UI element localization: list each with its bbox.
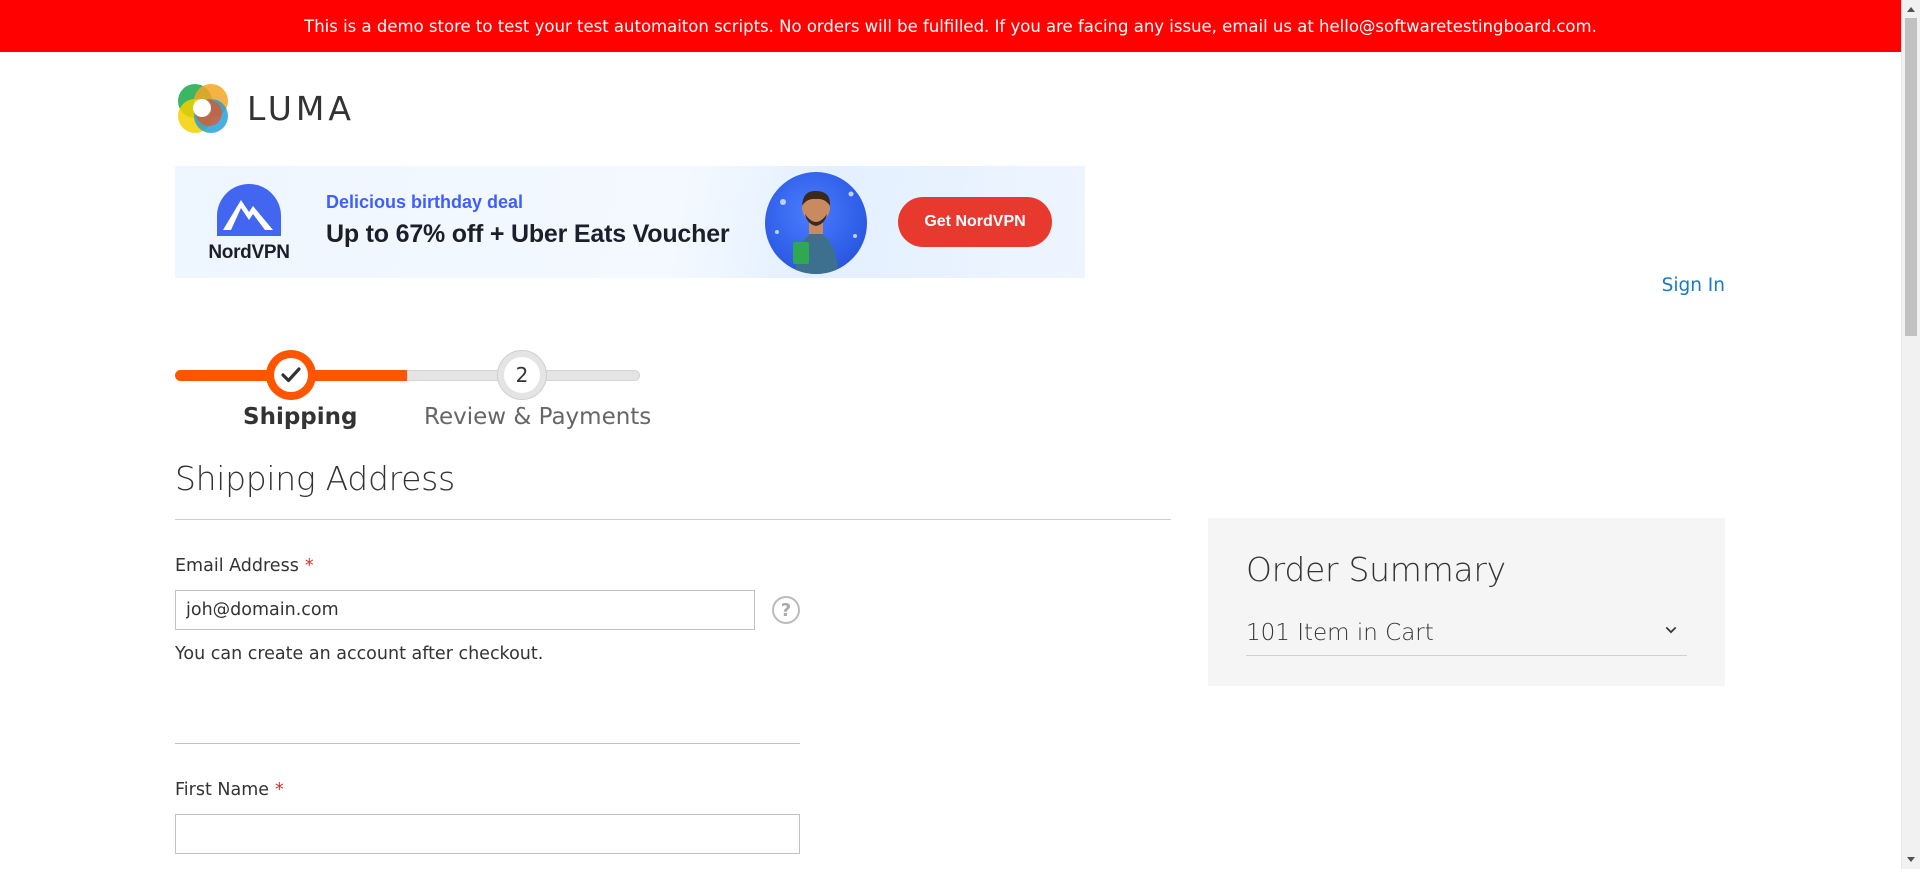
store-logo[interactable]: LUMA: [175, 80, 355, 136]
luma-logo-icon: [175, 80, 231, 136]
order-summary-title: Order Summary: [1246, 550, 1506, 589]
first-name-label-text: First Name: [175, 780, 270, 800]
first-name-input[interactable]: [175, 814, 800, 854]
step-review-payments-marker[interactable]: 2: [497, 350, 547, 400]
demo-notice-banner: This is a demo store to test your test a…: [0, 0, 1901, 52]
page-scrollbar[interactable]: [1901, 0, 1920, 869]
cart-items-count: 101 Item in Cart: [1246, 619, 1434, 646]
help-question-icon[interactable]: ?: [772, 596, 800, 624]
scrollbar-thumb[interactable]: [1905, 18, 1917, 336]
required-marker: *: [275, 780, 284, 800]
cart-items-toggle[interactable]: 101 Item in Cart: [1246, 610, 1687, 656]
scroll-up-arrow-icon[interactable]: [1907, 7, 1915, 12]
create-account-note: You can create an account after checkout…: [175, 644, 544, 664]
checkmark-icon: [281, 367, 301, 383]
ad-headline: Up to 67% off + Uber Eats Voucher: [326, 220, 730, 248]
field-divider: [175, 743, 800, 744]
get-nordvpn-button[interactable]: Get NordVPN: [898, 197, 1052, 247]
step-label-review-payments[interactable]: Review & Payments: [424, 404, 651, 430]
email-label: Email Address *: [175, 556, 314, 576]
order-summary-panel: Order Summary 101 Item in Cart: [1208, 518, 1725, 686]
logo-text: LUMA: [247, 88, 355, 128]
scroll-down-arrow-icon[interactable]: [1907, 857, 1915, 862]
ad-tagline: Delicious birthday deal: [326, 192, 524, 212]
email-input[interactable]: [175, 590, 755, 630]
chevron-down-icon[interactable]: [1665, 624, 1677, 636]
step-shipping-marker: [266, 350, 316, 400]
email-label-text: Email Address: [175, 556, 299, 576]
sign-in-link[interactable]: Sign In: [1662, 275, 1725, 296]
required-marker: *: [304, 556, 314, 576]
demo-notice-text: This is a demo store to test your test a…: [304, 16, 1597, 36]
checkout-progress-bar: 2 Shipping Review & Payments: [175, 348, 651, 438]
ad-person-image: [765, 172, 867, 274]
shipping-address-title: Shipping Address: [175, 459, 455, 498]
ad-brand-name: NordVPN: [208, 242, 290, 263]
section-divider: [175, 519, 1171, 520]
ad-banner[interactable]: NordVPN Delicious birthday deal Up to 67…: [175, 166, 1085, 278]
first-name-label: First Name *: [175, 780, 284, 800]
step-number: 2: [504, 357, 540, 393]
nordvpn-mountain-icon: [217, 184, 281, 236]
ad-brand: NordVPN: [200, 184, 298, 264]
step-label-shipping: Shipping: [243, 404, 358, 430]
